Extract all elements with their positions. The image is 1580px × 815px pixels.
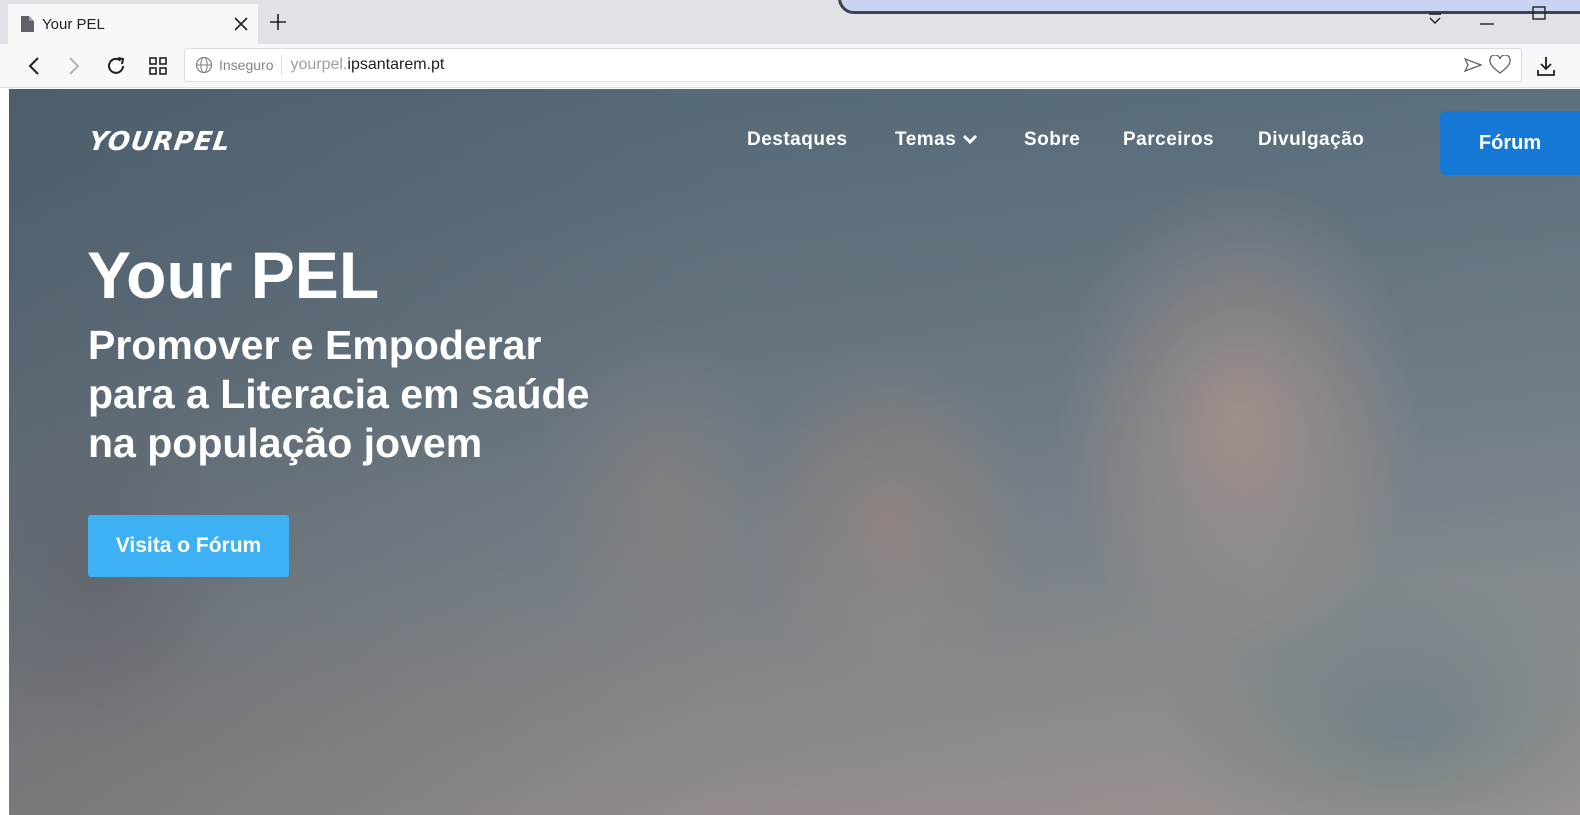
close-tab-icon[interactable] (232, 15, 250, 33)
document-icon (21, 16, 34, 32)
hero-title: Your PEL (87, 238, 380, 312)
overlapping-window-edge (838, 0, 1580, 14)
hero-subtitle-line: na população jovem (88, 420, 483, 466)
tab-title: Your PEL (42, 15, 105, 33)
download-icon[interactable] (1532, 52, 1560, 80)
nav-parceiros[interactable]: Parceiros (1123, 129, 1214, 151)
back-icon[interactable] (20, 52, 48, 80)
hero-subtitle: Promover e Empoderar para a Literacia em… (88, 321, 688, 468)
address-bar[interactable]: Inseguro yourpel. ipsantarem.pt (184, 48, 1522, 82)
visit-forum-button[interactable]: Visita o Fórum (88, 515, 289, 577)
forward-icon[interactable] (60, 52, 88, 80)
nav-temas[interactable]: Temas (895, 129, 978, 151)
web-page: YOURPEL Destaques Temas Sobre Parceiros … (9, 89, 1580, 815)
nav-sobre[interactable]: Sobre (1024, 129, 1080, 151)
apps-grid-icon[interactable] (144, 52, 172, 80)
browser-tab-bar: Your PEL (0, 0, 1580, 44)
maximize-icon[interactable] (1528, 2, 1550, 24)
url-domain: ipsantarem.pt (347, 56, 445, 73)
url-subdomain: yourpel. (290, 56, 348, 73)
nav-destaques[interactable]: Destaques (747, 129, 848, 151)
main-nav: Destaques Temas Sobre Parceiros Divulgaç… (9, 129, 1580, 159)
new-tab-icon[interactable] (266, 10, 290, 34)
hero-subtitle-line: para a Literacia em saúde (88, 371, 590, 417)
forum-button[interactable]: Fórum (1440, 111, 1580, 175)
browser-tab[interactable]: Your PEL (8, 4, 258, 44)
nav-divulgacao[interactable]: Divulgação (1258, 129, 1364, 151)
heart-icon[interactable] (1489, 54, 1511, 80)
hero-subtitle-line: Promover e Empoderar (88, 322, 542, 368)
reload-icon[interactable] (102, 52, 130, 80)
chevron-down-icon (963, 134, 978, 145)
globe-icon (195, 56, 213, 74)
insecure-label: Inseguro (219, 55, 283, 75)
minimize-icon[interactable] (1476, 8, 1498, 30)
browser-toolbar: Inseguro yourpel. ipsantarem.pt (0, 44, 1580, 88)
send-icon[interactable] (1463, 55, 1483, 80)
tab-menu-icon[interactable] (1424, 8, 1446, 30)
nav-temas-label: Temas (895, 129, 957, 150)
